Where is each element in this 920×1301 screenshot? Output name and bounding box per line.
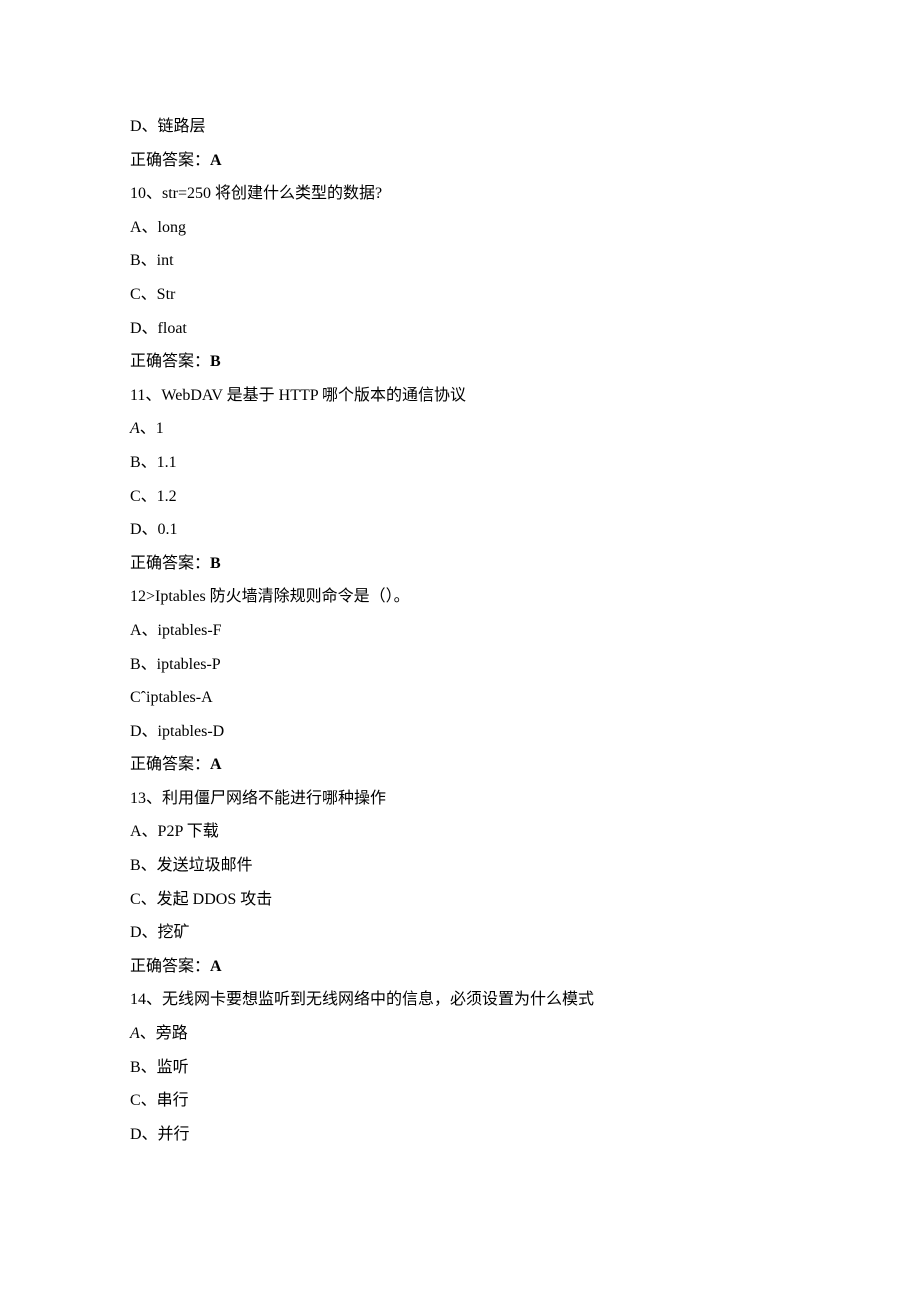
- text-line: D、链路层: [130, 110, 790, 144]
- text-line: 正确答案：B: [130, 547, 790, 581]
- option-text: 、旁路: [140, 1025, 188, 1042]
- text-line: A、1: [130, 412, 790, 446]
- text-line: C、Str: [130, 278, 790, 312]
- text-line: 13、利用僵尸网络不能进行哪种操作: [130, 782, 790, 816]
- text-line: D、float: [130, 312, 790, 346]
- text-line: C、发起 DDOS 攻击: [130, 883, 790, 917]
- option-letter: A: [130, 420, 140, 437]
- answer-prefix: 正确答案：: [130, 353, 210, 370]
- text-line: 正确答案：A: [130, 748, 790, 782]
- text-line: A、旁路: [130, 1017, 790, 1051]
- text-line: D、iptables-D: [130, 715, 790, 749]
- text-line: 14、无线网卡要想监听到无线网络中的信息，必须设置为什么模式: [130, 983, 790, 1017]
- text-line: D、挖矿: [130, 916, 790, 950]
- answer-letter: A: [210, 152, 222, 169]
- text-line: Cˆiptables-A: [130, 681, 790, 715]
- text-line: A、P2P 下载: [130, 815, 790, 849]
- document-page: D、链路层正确答案：A10、str=250 将创建什么类型的数据?A、longB…: [0, 0, 920, 1301]
- answer-letter: A: [210, 958, 222, 975]
- text-line: B、int: [130, 244, 790, 278]
- text-line: D、并行: [130, 1118, 790, 1152]
- text-line: B、发送垃圾邮件: [130, 849, 790, 883]
- text-line: C、1.2: [130, 480, 790, 514]
- text-line: 10、str=250 将创建什么类型的数据?: [130, 177, 790, 211]
- text-line: B、1.1: [130, 446, 790, 480]
- text-line: A、iptables-F: [130, 614, 790, 648]
- option-text: 、1: [140, 420, 164, 437]
- document-body: D、链路层正确答案：A10、str=250 将创建什么类型的数据?A、longB…: [130, 110, 790, 1151]
- text-line: 正确答案：B: [130, 345, 790, 379]
- text-line: D、0.1: [130, 513, 790, 547]
- text-line: C、串行: [130, 1084, 790, 1118]
- answer-prefix: 正确答案：: [130, 152, 210, 169]
- text-line: B、iptables-P: [130, 648, 790, 682]
- answer-letter: B: [210, 555, 221, 572]
- text-line: 12>Iptables 防火墙清除规则命令是（）。: [130, 580, 790, 614]
- text-line: 11、WebDAV 是基于 HTTP 哪个版本的通信协议: [130, 379, 790, 413]
- answer-prefix: 正确答案：: [130, 958, 210, 975]
- answer-letter: A: [210, 756, 222, 773]
- text-line: 正确答案：A: [130, 144, 790, 178]
- answer-letter: B: [210, 353, 221, 370]
- text-line: 正确答案：A: [130, 950, 790, 984]
- answer-prefix: 正确答案：: [130, 555, 210, 572]
- text-line: A、long: [130, 211, 790, 245]
- text-line: B、监听: [130, 1051, 790, 1085]
- option-letter: A: [130, 1025, 140, 1042]
- answer-prefix: 正确答案：: [130, 756, 210, 773]
